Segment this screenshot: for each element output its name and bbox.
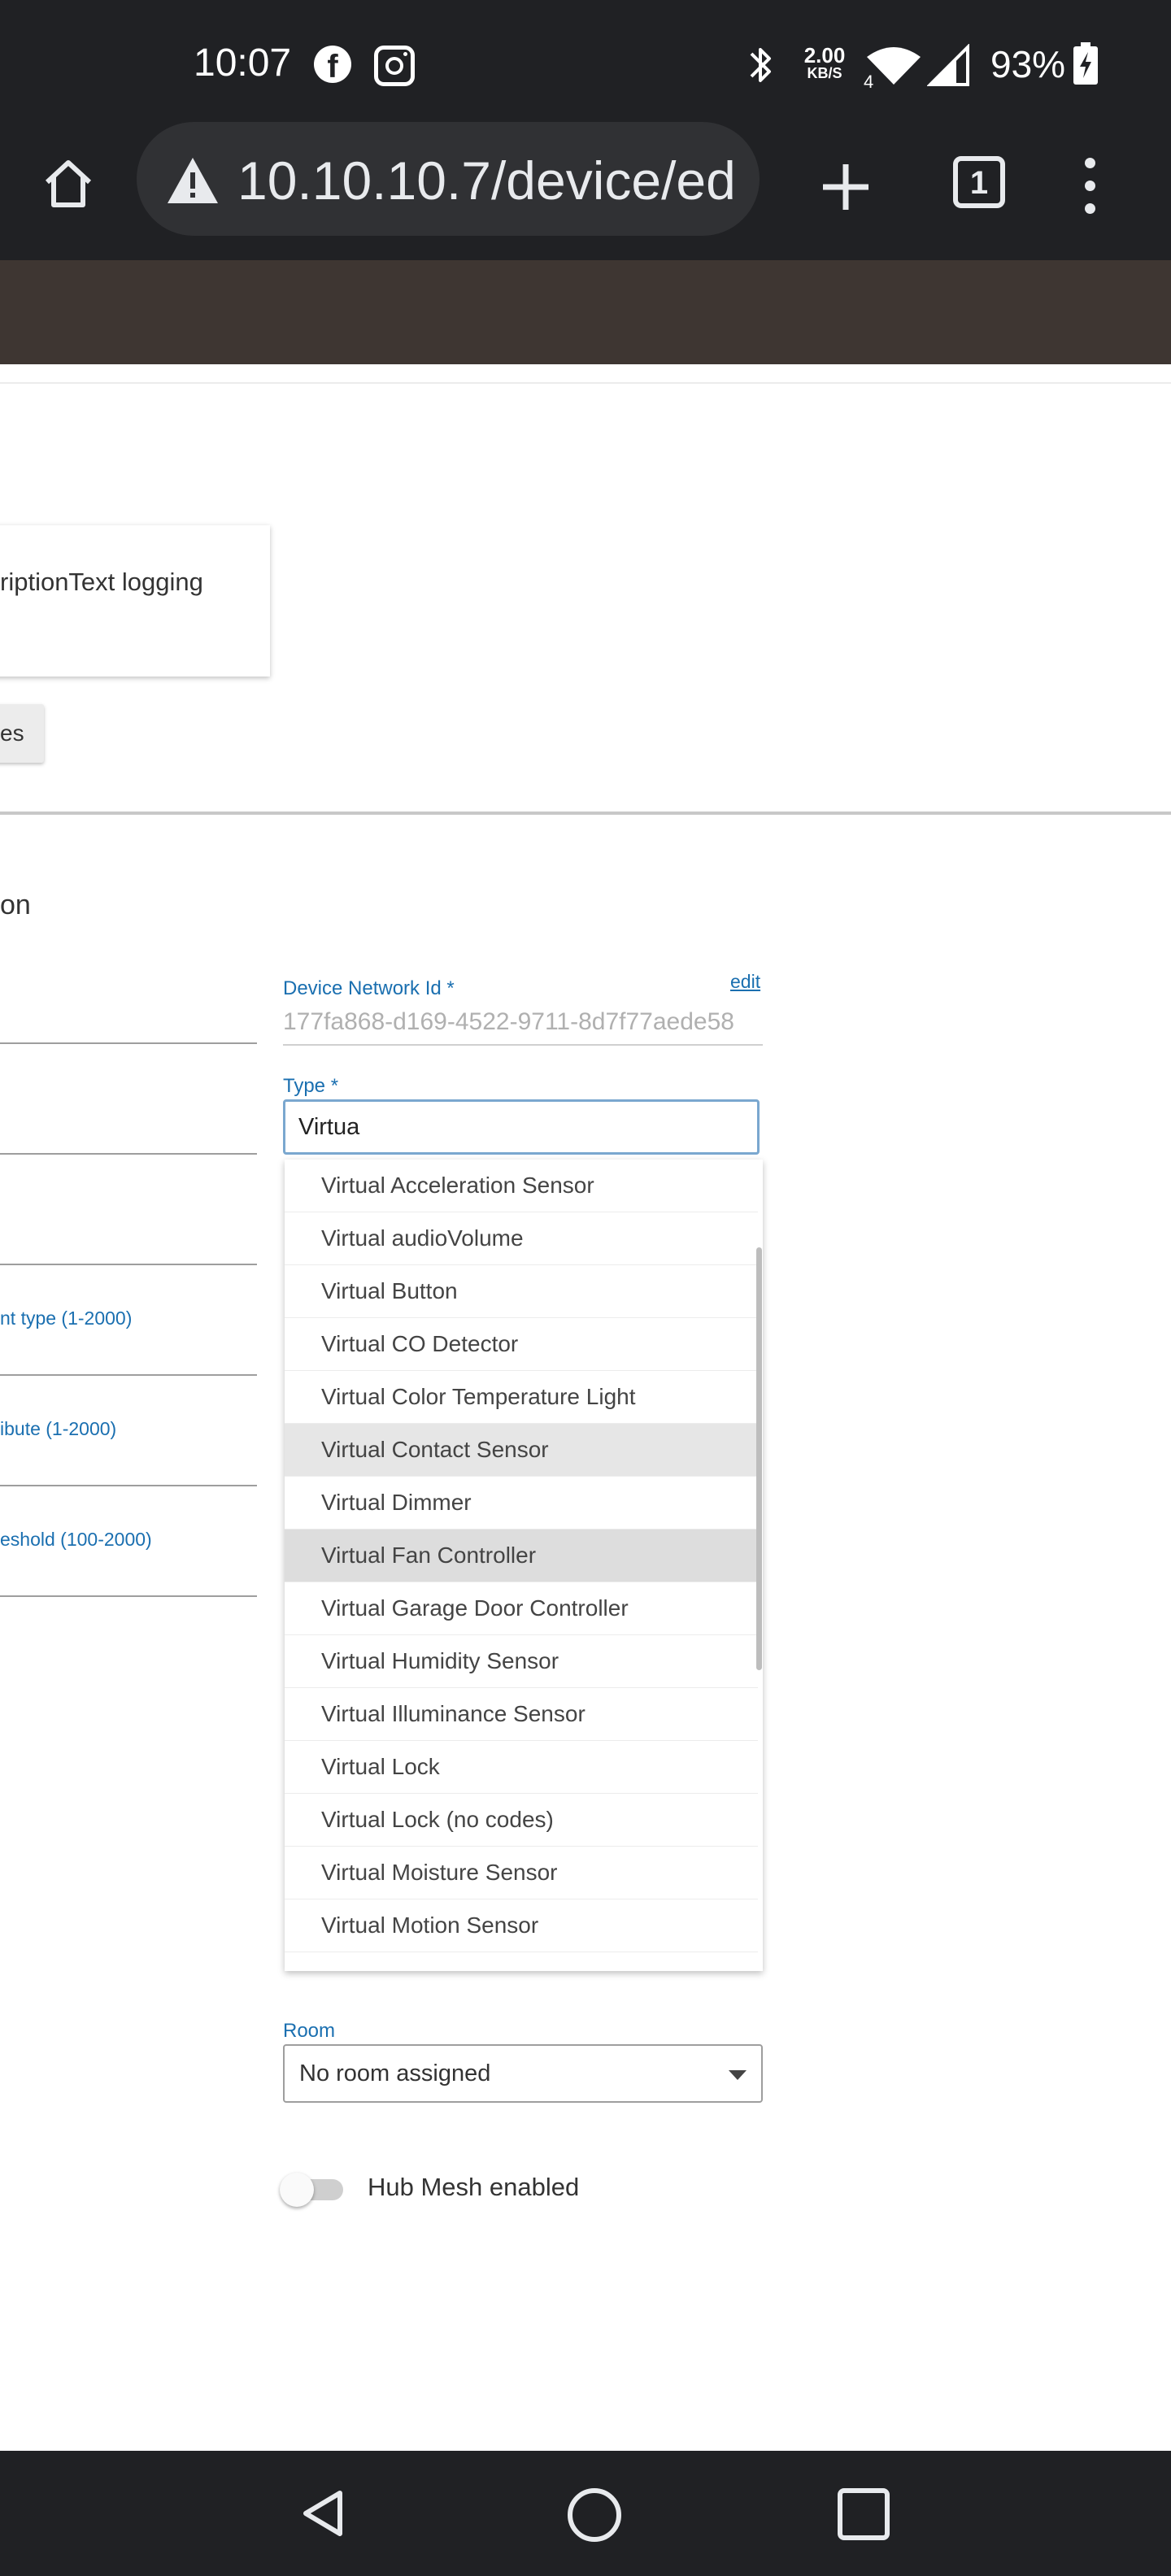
dropdown-item-label: Virtual Lock [321, 1754, 440, 1779]
wifi-icon [867, 47, 921, 85]
recents-square-icon[interactable] [838, 2488, 890, 2540]
dropdown-item-label: Virtual Humidity Sensor [321, 1648, 559, 1673]
left-field-label: ibute (1-2000) [0, 1418, 117, 1439]
dropdown-item-highlighted[interactable]: Virtual Contact Sensor [285, 1424, 758, 1477]
more-menu-icon[interactable] [1082, 154, 1098, 220]
dropdown-item[interactable]: Virtual Color Temperature Light [285, 1371, 758, 1424]
partial-button-label: es [0, 720, 24, 746]
partial-button[interactable]: es [0, 704, 44, 763]
new-tab-plus-icon[interactable] [813, 154, 878, 220]
app-header [0, 260, 1171, 364]
section-divider [0, 812, 1171, 815]
device-network-id-underline [283, 1044, 763, 1046]
dropdown-item[interactable]: Virtual Dimmer [285, 1477, 758, 1530]
dropdown-item[interactable]: Virtual Lock (no codes) [285, 1794, 758, 1847]
left-field-label: nt type (1-2000) [0, 1308, 133, 1329]
battery-charging-icon [1073, 42, 1098, 85]
device-network-id-value: 177fa868-d169-4522-9711-8d7f77aede58 [283, 1008, 734, 1035]
dropdown-item[interactable]: Virtual audioVolume [285, 1212, 758, 1265]
dropdown-item-label: Virtual Dimmer [321, 1490, 472, 1515]
header-separator [0, 382, 1171, 384]
dropdown-item-highlighted[interactable]: Virtual Fan Controller [285, 1530, 758, 1582]
tabs-icon[interactable]: 1 [953, 156, 1005, 208]
dropdown-item[interactable]: Virtual Moisture Sensor [285, 1847, 758, 1899]
logging-card: riptionText logging [0, 525, 270, 677]
browser-toolbar: 10.10.10.7/device/edit 1 [0, 122, 1171, 260]
dropdown-item[interactable]: Virtual Motion Sensor [285, 1899, 758, 1952]
dropdown-item[interactable]: Virtual Illuminance Sensor [285, 1688, 758, 1741]
status-bar: 10:07 f 2.00 KB/S 4 93% [0, 0, 1171, 122]
device-network-id-edit-link[interactable]: edit [730, 971, 760, 993]
left-field-underline[interactable] [0, 1264, 257, 1265]
type-dropdown[interactable]: Virtual Acceleration Sensor Virtual audi… [285, 1160, 763, 1971]
speed-unit: KB/S [807, 65, 842, 81]
network-type: 4 [864, 72, 874, 92]
dropdown-item-label: Virtual Button [321, 1278, 458, 1303]
dropdown-item[interactable]: Virtual CO Detector [285, 1318, 758, 1371]
left-field-underline[interactable] [0, 1153, 257, 1155]
device-network-id-label: Device Network Id * [283, 977, 455, 999]
cell-signal-icon [927, 44, 969, 86]
room-label: Room [283, 2020, 336, 2042]
home-circle-icon[interactable] [568, 2488, 621, 2542]
type-input[interactable] [283, 1099, 760, 1155]
dropdown-item-label: Virtual Lock (no codes) [321, 1807, 554, 1832]
left-field-underline[interactable] [0, 1595, 257, 1597]
left-field-label: eshold (100-2000) [0, 1529, 152, 1550]
status-time: 10:07 [194, 41, 292, 85]
dropdown-scrollbar[interactable] [756, 1247, 762, 1670]
dropdown-item-label: Virtual Color Temperature Light [321, 1384, 636, 1409]
card-text: riptionText logging [0, 568, 203, 596]
dropdown-item-label: Virtual audioVolume [321, 1225, 524, 1251]
speed-value: 2.00 [803, 43, 846, 67]
left-field-underline[interactable] [0, 1485, 257, 1486]
url-text[interactable]: 10.10.10.7/device/edit [237, 150, 738, 211]
dropdown-item[interactable]: Virtual Humidity Sensor [285, 1635, 758, 1688]
home-icon[interactable] [39, 154, 98, 213]
not-secure-warning-icon[interactable] [166, 156, 220, 205]
dropdown-item-label: Virtual Contact Sensor [321, 1437, 549, 1462]
dropdown-item-label: Virtual Motion Sensor [321, 1912, 539, 1938]
section-title: on [0, 890, 31, 920]
back-icon[interactable] [299, 2488, 348, 2539]
url-bar[interactable]: 10.10.10.7/device/edit [137, 122, 760, 236]
dropdown-item-label: Virtual Acceleration Sensor [321, 1173, 594, 1198]
instagram-icon [374, 46, 415, 86]
room-select[interactable]: No room assigned [283, 2044, 763, 2103]
hub-mesh-label: Hub Mesh enabled [368, 2173, 580, 2201]
bluetooth-icon [750, 48, 771, 82]
dropdown-item[interactable]: Virtual Lock [285, 1741, 758, 1794]
battery-percent: 93% [990, 43, 1066, 85]
dropdown-item[interactable]: Virtual Button [285, 1265, 758, 1318]
room-select-value: No room assigned [299, 2060, 491, 2086]
type-label: Type * [283, 1075, 339, 1097]
dropdown-item-label: Virtual Garage Door Controller [321, 1595, 629, 1621]
dropdown-item-label: Virtual Moisture Sensor [321, 1860, 558, 1885]
dropdown-item-label: Virtual CO Detector [321, 1331, 519, 1356]
dropdown-item[interactable]: Virtual Garage Door Controller [285, 1582, 758, 1635]
left-field-underline[interactable] [0, 1042, 257, 1044]
dropdown-item[interactable]: Virtual Acceleration Sensor [285, 1160, 758, 1212]
caret-down-icon [729, 2070, 747, 2080]
system-nav-bar [0, 2451, 1171, 2576]
hub-mesh-toggle-knob[interactable] [280, 2173, 314, 2207]
dropdown-item-label: Virtual Fan Controller [321, 1543, 537, 1568]
left-field-underline[interactable] [0, 1374, 257, 1376]
facebook-icon: f [314, 46, 351, 85]
dropdown-item-label: Virtual Illuminance Sensor [321, 1701, 586, 1726]
network-speed: 2.00 KB/S [800, 43, 849, 81]
